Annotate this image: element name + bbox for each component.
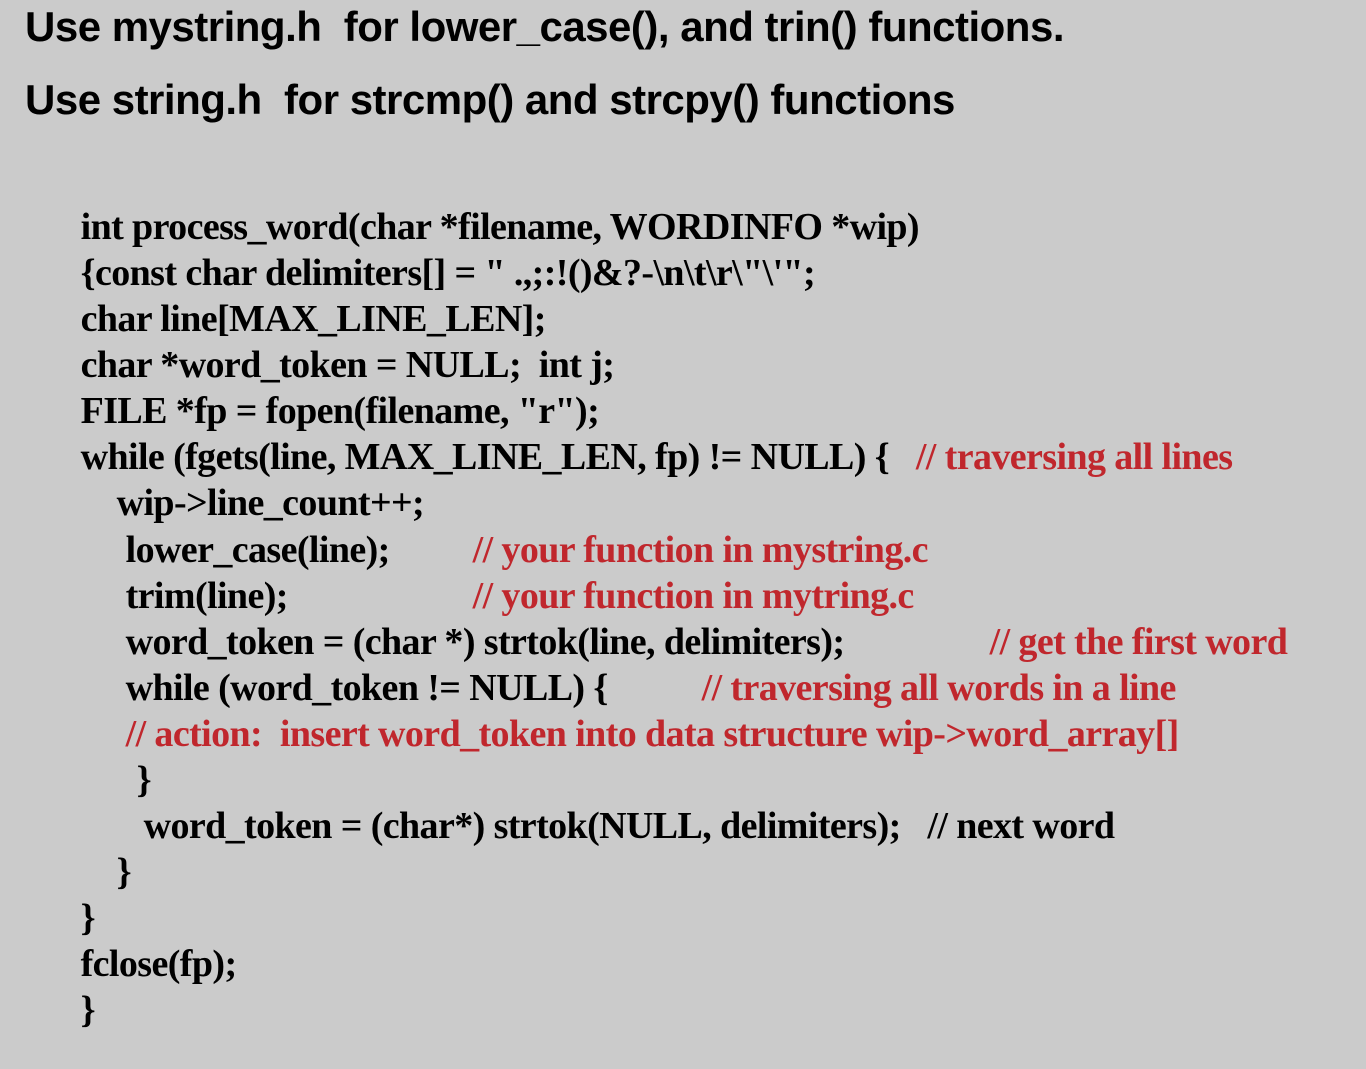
code-line-function-close-brace: } bbox=[45, 953, 96, 1067]
code-comment: // traversing all lines bbox=[915, 436, 1233, 478]
code-text: } bbox=[80, 989, 96, 1031]
heading-mystring-usage: Use mystring.h for lower_case(), and tri… bbox=[25, 3, 1065, 50]
code-text: word_token = (char*) strtok(NULL, delimi… bbox=[143, 805, 1115, 847]
code-block: int process_word(char *filename, WORDINF… bbox=[0, 0, 1288, 1029]
code-comment: // action: insert word_token into data s… bbox=[125, 713, 1180, 755]
code-text: fclose(fp); bbox=[80, 943, 237, 985]
code-line-strtok-next: word_token = (char*) strtok(NULL, delimi… bbox=[108, 769, 1115, 883]
code-gap bbox=[889, 436, 916, 478]
heading-string-usage: Use string.h for strcmp() and strcpy() f… bbox=[25, 76, 955, 123]
code-text: } bbox=[116, 851, 132, 893]
